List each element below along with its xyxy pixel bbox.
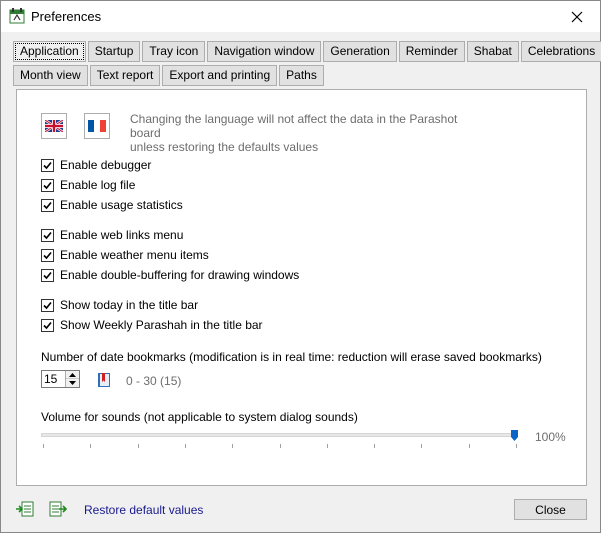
checkbox-box[interactable] (41, 228, 54, 242)
language-note-line1: Changing the language will not affect th… (130, 112, 458, 140)
tab-strip-row2: Month view Text report Export and printi… (13, 65, 326, 86)
checkbox-label: Enable web links menu (60, 228, 184, 242)
bookmarks-label: Number of date bookmarks (modification i… (41, 350, 542, 364)
tab-reminder[interactable]: Reminder (398, 41, 465, 62)
checkbox-show-today-title-bar[interactable]: Show today in the title bar (41, 298, 198, 312)
volume-tick (421, 444, 422, 448)
checkbox-box[interactable] (41, 158, 54, 172)
spin-down-icon[interactable] (66, 379, 79, 387)
checkbox-box[interactable] (41, 198, 54, 212)
checkbox-enable-usage-statistics[interactable]: Enable usage statistics (41, 198, 183, 212)
app-icon (9, 8, 25, 24)
volume-label: Volume for sounds (not applicable to sys… (41, 410, 358, 424)
checkbox-label: Enable double-buffering for drawing wind… (60, 268, 300, 282)
checkbox-box[interactable] (41, 248, 54, 262)
checkbox-box[interactable] (41, 298, 54, 312)
bookmark-book-icon[interactable] (96, 372, 112, 388)
volume-slider-track[interactable] (41, 433, 518, 437)
volume-tick (138, 444, 139, 448)
tab-shabat[interactable]: Shabat (466, 41, 519, 62)
volume-percent: 100% (535, 430, 566, 444)
tab-export-printing[interactable]: Export and printing (162, 65, 278, 86)
tab-paths[interactable]: Paths (279, 65, 324, 86)
checkbox-label: Show Weekly Parashah in the title bar (60, 318, 263, 332)
tab-strip-row1: Application Startup Tray icon Navigation… (13, 41, 601, 62)
checkbox-label: Show today in the title bar (60, 298, 199, 312)
close-button[interactable]: Close (514, 499, 587, 520)
checkbox-label: Enable log file (60, 178, 136, 192)
checkbox-label: Enable debugger (60, 158, 152, 172)
volume-tick (327, 444, 328, 448)
tab-celebrations[interactable]: Celebrations (520, 41, 601, 62)
volume-tick (90, 444, 91, 448)
tab-startup[interactable]: Startup (87, 41, 141, 62)
volume-tick (280, 444, 281, 448)
tab-navigation-window[interactable]: Navigation window (207, 41, 322, 62)
tab-application[interactable]: Application (13, 41, 86, 62)
preferences-window: Preferences Application Startup Tray ico… (0, 0, 601, 533)
restore-defaults-link[interactable]: Restore default values (84, 503, 203, 517)
volume-tick (185, 444, 186, 448)
language-note-line2: unless restoring the defaults values (130, 140, 319, 154)
volume-slider-thumb[interactable] (511, 430, 518, 441)
volume-tick (374, 444, 375, 448)
checkbox-box[interactable] (41, 268, 54, 282)
spinner-buttons (65, 371, 79, 387)
uk-flag-icon[interactable] (41, 113, 67, 139)
volume-tick (469, 444, 470, 448)
application-tab-panel: Changing the language will not affect th… (16, 89, 587, 486)
tab-generation[interactable]: Generation (323, 41, 397, 62)
checkbox-enable-web-links-menu[interactable]: Enable web links menu (41, 228, 183, 242)
tab-text-report[interactable]: Text report (89, 65, 161, 86)
checkbox-enable-log-file[interactable]: Enable log file (41, 178, 135, 192)
tab-month-view[interactable]: Month view (13, 65, 88, 86)
window-title: Preferences (31, 9, 102, 24)
import-settings-icon[interactable] (16, 501, 34, 517)
checkbox-box[interactable] (41, 318, 54, 332)
checkbox-box[interactable] (41, 178, 54, 192)
tab-tray-icon[interactable]: Tray icon (142, 41, 206, 62)
close-window-icon[interactable] (554, 1, 600, 32)
bookmarks-spinner[interactable]: 15 (41, 370, 80, 388)
spin-up-icon[interactable] (66, 371, 79, 379)
checkbox-label: Enable weather menu items (60, 248, 209, 262)
checkbox-enable-debugger[interactable]: Enable debugger (41, 158, 151, 172)
bookmarks-range: 0 - 30 (15) (126, 374, 182, 388)
export-settings-icon[interactable] (49, 501, 68, 517)
volume-tick (516, 444, 517, 448)
checkbox-enable-double-buffering[interactable]: Enable double-buffering for drawing wind… (41, 268, 299, 282)
language-note: Changing the language will not affect th… (130, 112, 470, 154)
checkbox-show-weekly-parashah[interactable]: Show Weekly Parashah in the title bar (41, 318, 263, 332)
volume-tick (43, 444, 44, 448)
volume-tick (232, 444, 233, 448)
title-bar: Preferences (1, 1, 600, 32)
bookmarks-value[interactable]: 15 (44, 372, 57, 386)
checkbox-label: Enable usage statistics (60, 198, 183, 212)
france-flag-icon[interactable] (84, 113, 110, 139)
checkbox-enable-weather-menu-items[interactable]: Enable weather menu items (41, 248, 209, 262)
